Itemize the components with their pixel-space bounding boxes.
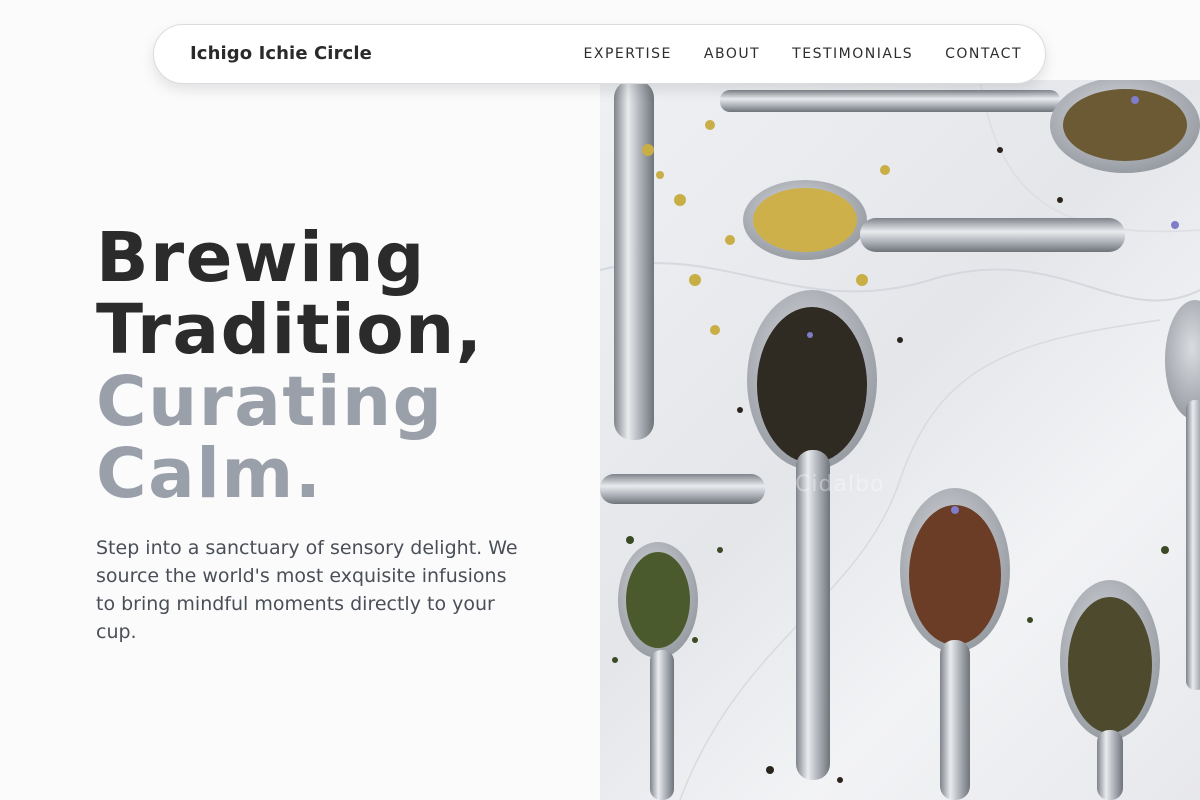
headline-line-1: Brewing [96, 218, 426, 298]
hero-headline: Brewing Tradition, Curating Calm. [96, 222, 484, 510]
nav-link-contact[interactable]: CONTACT [945, 46, 1022, 62]
tea-spoons-photo: Cidalbo [600, 80, 1200, 800]
hero-text-panel: Brewing Tradition, Curating Calm. Step i… [0, 0, 600, 800]
headline-line-3: Curating [96, 362, 444, 442]
brand-logo-text[interactable]: Ichigo Ichie Circle [190, 43, 372, 64]
hero-lead-paragraph: Step into a sanctuary of sensory delight… [96, 537, 518, 643]
nav-link-expertise[interactable]: EXPERTISE [584, 46, 672, 62]
headline-line-4: Calm. [96, 434, 323, 514]
nav-link-testimonials[interactable]: TESTIMONIALS [792, 46, 913, 62]
nav-links: EXPERTISE ABOUT TESTIMONIALS CONTACT [584, 46, 1022, 62]
headline-line-2: Tradition, [96, 290, 484, 370]
image-watermark: Cidalbo [795, 472, 885, 497]
nav-link-about[interactable]: ABOUT [704, 46, 760, 62]
tea-spoons-illustration [600, 80, 1200, 800]
top-navigation-bar: Ichigo Ichie Circle EXPERTISE ABOUT TEST… [153, 24, 1046, 84]
